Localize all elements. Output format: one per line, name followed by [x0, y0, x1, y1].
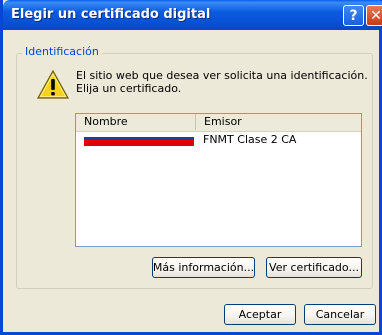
- view-certificate-button[interactable]: Ver certificado...: [266, 257, 362, 278]
- list-header: Nombre Emisor: [76, 114, 361, 132]
- cancel-label: Cancelar: [315, 308, 365, 321]
- help-button[interactable]: ?: [343, 5, 364, 26]
- message-line-1: El sitio web que desea ver solicita una …: [76, 69, 368, 82]
- group-legend: Identificación: [22, 45, 102, 58]
- more-info-button[interactable]: Más información...: [152, 257, 255, 278]
- title-bar[interactable]: Elegir un certificado digital ? ✕: [3, 0, 382, 30]
- column-header-issuer[interactable]: Emisor: [196, 114, 361, 130]
- more-info-label: Más información...: [152, 261, 255, 274]
- certificate-list[interactable]: Nombre Emisor FNMT Clase 2 CA: [75, 113, 362, 247]
- certificate-dialog: Elegir un certificado digital ? ✕ Identi…: [0, 0, 382, 335]
- accept-label: Aceptar: [238, 308, 282, 321]
- view-certificate-label: Ver certificado...: [269, 261, 359, 274]
- dialog-title: Elegir un certificado digital: [11, 7, 211, 22]
- certificate-name-cell: [80, 133, 194, 146]
- warning-icon: [37, 70, 69, 99]
- certificate-issuer-cell: FNMT Clase 2 CA: [203, 133, 297, 146]
- column-header-name[interactable]: Nombre: [76, 114, 196, 130]
- close-button[interactable]: ✕: [366, 5, 382, 26]
- message-line-2: Elija un certificado.: [76, 82, 182, 95]
- redacted-name: [84, 137, 194, 146]
- identification-message: El sitio web que desea ver solicita una …: [76, 69, 368, 95]
- accept-button[interactable]: Aceptar: [224, 304, 296, 325]
- cancel-button[interactable]: Cancelar: [304, 304, 376, 325]
- table-row[interactable]: FNMT Clase 2 CA: [76, 133, 361, 148]
